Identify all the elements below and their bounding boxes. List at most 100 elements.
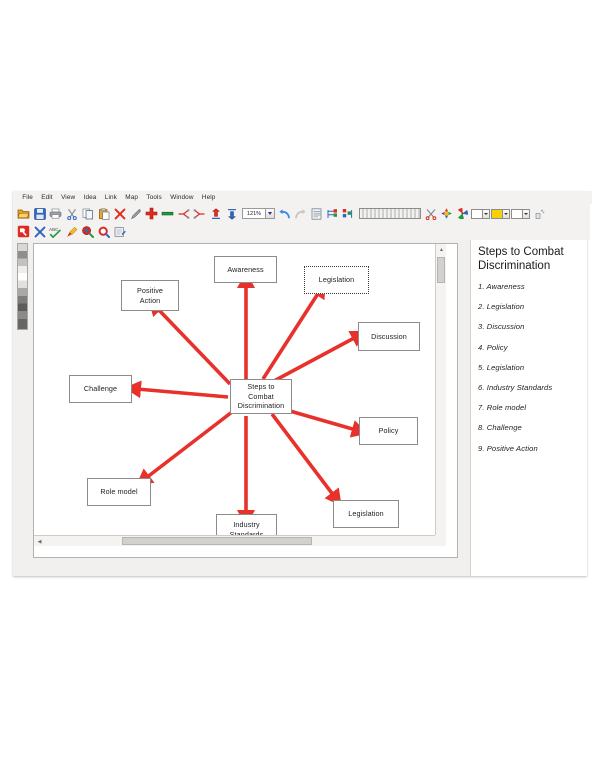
fill-colour-dropdown-icon[interactable] bbox=[483, 208, 490, 219]
add-idea-icon[interactable] bbox=[144, 206, 159, 221]
node-discussion[interactable]: Discussion bbox=[358, 322, 420, 351]
open-folder-icon[interactable] bbox=[16, 206, 31, 221]
menu-item-window[interactable]: Window bbox=[166, 191, 198, 204]
node-role-model-label: Role model bbox=[100, 487, 138, 497]
notes-item-9: 9. Positive Action bbox=[478, 443, 538, 453]
split-icon[interactable] bbox=[176, 206, 191, 221]
node-policy-label: Policy bbox=[378, 426, 399, 436]
fill-colour-chip[interactable] bbox=[471, 208, 483, 219]
notes-item-7: 7. Role model bbox=[478, 403, 527, 413]
line-colour-dropdown-icon[interactable] bbox=[523, 208, 530, 219]
view-toggle-icon[interactable] bbox=[96, 224, 111, 239]
notes-item-5: 5. Legislation bbox=[478, 362, 525, 372]
canvas-vertical-scrollbar[interactable]: ▲ ▼ bbox=[435, 244, 446, 546]
menu-item-tools[interactable]: Tools bbox=[142, 191, 166, 204]
node-awareness[interactable]: Awareness bbox=[214, 256, 277, 283]
brainstorm-icon[interactable] bbox=[16, 224, 31, 239]
export-icon[interactable] bbox=[112, 224, 127, 239]
notes-icon[interactable] bbox=[309, 206, 324, 221]
palette-icon[interactable] bbox=[439, 206, 454, 221]
pinwheel-icon[interactable] bbox=[455, 206, 470, 221]
menu-bar: File Edit View Idea Link Map Tools Windo… bbox=[13, 191, 592, 204]
scissors-icon[interactable] bbox=[423, 206, 438, 221]
zoom-level-field[interactable]: 121% bbox=[242, 208, 266, 219]
print-icon[interactable] bbox=[48, 206, 63, 221]
line-colour-selector[interactable] bbox=[511, 208, 530, 219]
cut-icon[interactable] bbox=[64, 206, 79, 221]
node-positive-action-line1: Positive bbox=[137, 286, 163, 295]
node-legislation-bottom[interactable]: Legislation bbox=[333, 500, 399, 528]
node-legislation-top[interactable]: Legislation bbox=[304, 266, 369, 294]
scroll-up-arrow-icon[interactable]: ▲ bbox=[436, 244, 446, 255]
redo-icon[interactable] bbox=[293, 206, 308, 221]
text-colour-selector[interactable] bbox=[491, 208, 510, 219]
copy-icon[interactable] bbox=[80, 206, 95, 221]
node-legislation-bottom-label: Legislation bbox=[348, 509, 384, 519]
menu-item-file[interactable]: File bbox=[18, 191, 37, 204]
scroll-left-arrow-icon[interactable]: ◀ bbox=[34, 536, 45, 546]
node-legislation-top-label: Legislation bbox=[318, 275, 355, 285]
fill-colour-selector[interactable] bbox=[471, 208, 490, 219]
highlighter-icon[interactable] bbox=[64, 224, 79, 239]
arrange-icon[interactable] bbox=[341, 206, 356, 221]
notes-item-4: 4. Policy bbox=[478, 342, 508, 352]
mind-map-canvas[interactable]: Steps to Combat Discrimination Awareness… bbox=[34, 244, 446, 546]
editor-area: Steps to Combat Discrimination Awareness… bbox=[13, 240, 587, 576]
undo-icon[interactable] bbox=[277, 206, 292, 221]
node-center[interactable]: Steps to Combat Discrimination bbox=[230, 379, 292, 414]
spray-icon[interactable] bbox=[531, 206, 546, 221]
mind-map-canvas-frame: Steps to Combat Discrimination Awareness… bbox=[33, 243, 458, 558]
menu-item-map[interactable]: Map bbox=[121, 191, 142, 204]
node-challenge-label: Challenge bbox=[83, 384, 118, 394]
notes-item-6: 6. Industry Standards bbox=[478, 382, 553, 392]
canvas-horizontal-scrollbar[interactable]: ◀ ▶ bbox=[34, 535, 446, 546]
map-style-icon[interactable] bbox=[325, 206, 340, 221]
merge-icon[interactable] bbox=[192, 206, 207, 221]
toolbar-secondary: ABC bbox=[13, 223, 590, 240]
save-icon[interactable] bbox=[32, 206, 47, 221]
node-positive-action[interactable]: Positive Action bbox=[121, 280, 179, 311]
text-colour-dropdown-icon[interactable] bbox=[503, 208, 510, 219]
menu-item-view[interactable]: View bbox=[57, 191, 80, 204]
notes-title: Steps to Combat Discrimination bbox=[478, 246, 564, 272]
screenshot-root: File Edit View Idea Link Map Tools Windo… bbox=[0, 0, 600, 780]
notes-item-8: 8. Challenge bbox=[478, 423, 522, 433]
find-icon[interactable] bbox=[80, 224, 95, 239]
node-industry-standards-line1: Industry bbox=[233, 520, 260, 529]
promote-icon[interactable] bbox=[208, 206, 223, 221]
notes-list: 1. Awareness 2. Legislation 3. Discussio… bbox=[478, 282, 581, 453]
node-policy[interactable]: Policy bbox=[359, 417, 418, 445]
node-positive-action-line2: Action bbox=[139, 295, 161, 305]
spell-check-icon[interactable]: ABC bbox=[48, 224, 63, 239]
paste-icon[interactable] bbox=[96, 206, 111, 221]
menu-item-edit[interactable]: Edit bbox=[37, 191, 57, 204]
notes-item-2: 2. Legislation bbox=[478, 302, 525, 312]
close-map-icon[interactable] bbox=[32, 224, 47, 239]
node-role-model[interactable]: Role model bbox=[87, 478, 151, 506]
zoom-level-control[interactable]: 121% bbox=[242, 208, 275, 219]
line-width-strip[interactable] bbox=[359, 208, 421, 219]
delete-icon[interactable] bbox=[112, 206, 127, 221]
text-colour-chip[interactable] bbox=[491, 208, 503, 219]
menu-item-link[interactable]: Link bbox=[101, 191, 122, 204]
edit-pen-icon[interactable] bbox=[128, 206, 143, 221]
zoom-dropdown-arrow-icon[interactable] bbox=[266, 208, 275, 219]
node-center-line3: Discrimination bbox=[237, 401, 285, 411]
demote-icon[interactable] bbox=[224, 206, 239, 221]
node-center-line2: Combat bbox=[248, 391, 274, 401]
notes-item-1: 1. Awareness bbox=[478, 282, 525, 291]
toolbar-primary: 121% bbox=[13, 204, 590, 223]
horizontal-scroll-thumb[interactable] bbox=[122, 537, 312, 545]
line-colour-chip[interactable] bbox=[511, 208, 523, 219]
menu-item-help[interactable]: Help bbox=[198, 191, 220, 204]
svg-text:ABC: ABC bbox=[49, 227, 59, 232]
node-center-line1: Steps to bbox=[247, 382, 275, 392]
colour-palette-strip[interactable] bbox=[17, 243, 28, 330]
notes-item-3: 3. Discussion bbox=[478, 322, 525, 332]
vertical-scroll-thumb[interactable] bbox=[437, 257, 445, 283]
node-awareness-label: Awareness bbox=[227, 264, 264, 274]
add-link-icon[interactable] bbox=[160, 206, 175, 221]
node-challenge[interactable]: Challenge bbox=[69, 375, 132, 403]
menu-item-idea[interactable]: Idea bbox=[79, 191, 100, 204]
application-window: File Edit View Idea Link Map Tools Windo… bbox=[13, 191, 592, 576]
